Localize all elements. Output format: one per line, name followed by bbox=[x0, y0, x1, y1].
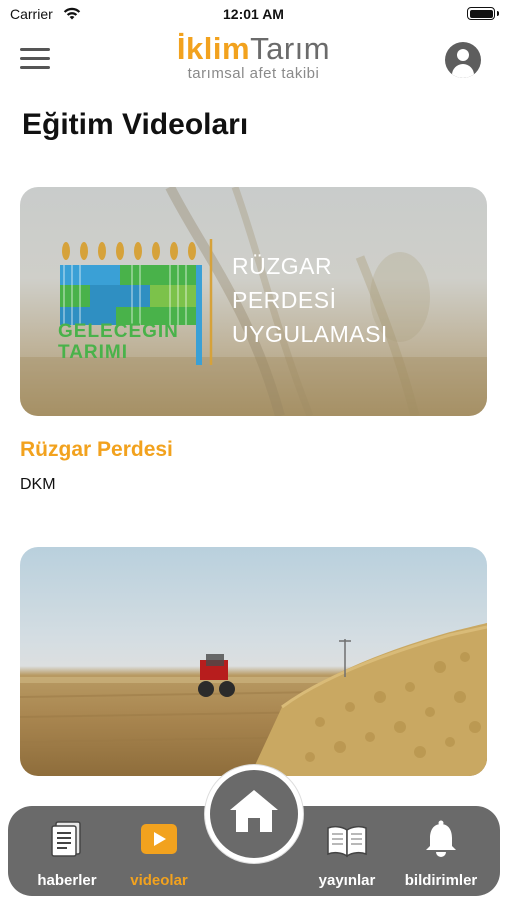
bell-icon bbox=[426, 820, 456, 857]
clock: 12:01 AM bbox=[223, 6, 284, 22]
nav-label-yayinlar: yayınlar bbox=[318, 872, 376, 889]
thumbnail-caption-line1: RÜZGAR bbox=[232, 253, 333, 279]
thumbnail-caption-line2: PERDESİ bbox=[232, 287, 337, 313]
nav-label-haberler: haberler bbox=[37, 872, 97, 889]
home-button[interactable] bbox=[205, 765, 303, 863]
nav-item-yayinlar[interactable]: yayınlar bbox=[302, 816, 392, 889]
logo-part2: Tarım bbox=[250, 31, 331, 66]
logo-title: İklimTarım bbox=[0, 30, 507, 68]
video-source: DKM bbox=[20, 476, 56, 493]
thumbnail-brand-line2: TARIMI bbox=[58, 342, 129, 363]
app-header: İklimTarım tarımsal afet takibi bbox=[0, 28, 507, 98]
video-thumbnail: GELECEĞİN TARIMI RÜZGAR PERDESİ UYGULAMA… bbox=[20, 187, 487, 416]
video-card[interactable]: GELECEĞİN TARIMI RÜZGAR PERDESİ UYGULAMA… bbox=[20, 187, 487, 494]
nav-item-videolar[interactable]: videolar bbox=[114, 816, 204, 889]
profile-button[interactable] bbox=[445, 42, 481, 78]
battery-icon bbox=[467, 7, 499, 20]
thumbnail-brand-line1: GELECEĞİN bbox=[58, 321, 179, 342]
book-icon bbox=[327, 825, 367, 858]
nav-item-bildirimler[interactable]: bildirimler bbox=[396, 816, 486, 889]
nav-item-haberler[interactable]: haberler bbox=[22, 816, 112, 889]
video-thumbnail bbox=[20, 547, 487, 776]
video-title: Rüzgar Perdesi bbox=[20, 438, 173, 461]
status-bar: Carrier 12:01 AM bbox=[0, 0, 507, 28]
thumbnail-caption-line3: UYGULAMASI bbox=[232, 321, 388, 347]
thumbnail-caption: RÜZGAR PERDESİ UYGULAMASI bbox=[232, 249, 388, 351]
app-logo: İklimTarım tarımsal afet takibi bbox=[0, 30, 507, 82]
home-icon bbox=[230, 790, 278, 832]
nav-label-videolar: videolar bbox=[130, 872, 188, 889]
video-play-icon bbox=[141, 824, 177, 854]
nav-label-bildirimler: bildirimler bbox=[404, 872, 478, 889]
thumbnail-brand: GELECEĞİN TARIMI bbox=[58, 321, 179, 363]
logo-part1: İklim bbox=[176, 31, 251, 66]
user-icon bbox=[457, 49, 469, 61]
newspaper-icon bbox=[51, 821, 81, 857]
page-title: Eğitim Videoları bbox=[22, 108, 249, 141]
video-card[interactable] bbox=[20, 547, 487, 776]
logo-subtitle: tarımsal afet takibi bbox=[187, 65, 320, 82]
